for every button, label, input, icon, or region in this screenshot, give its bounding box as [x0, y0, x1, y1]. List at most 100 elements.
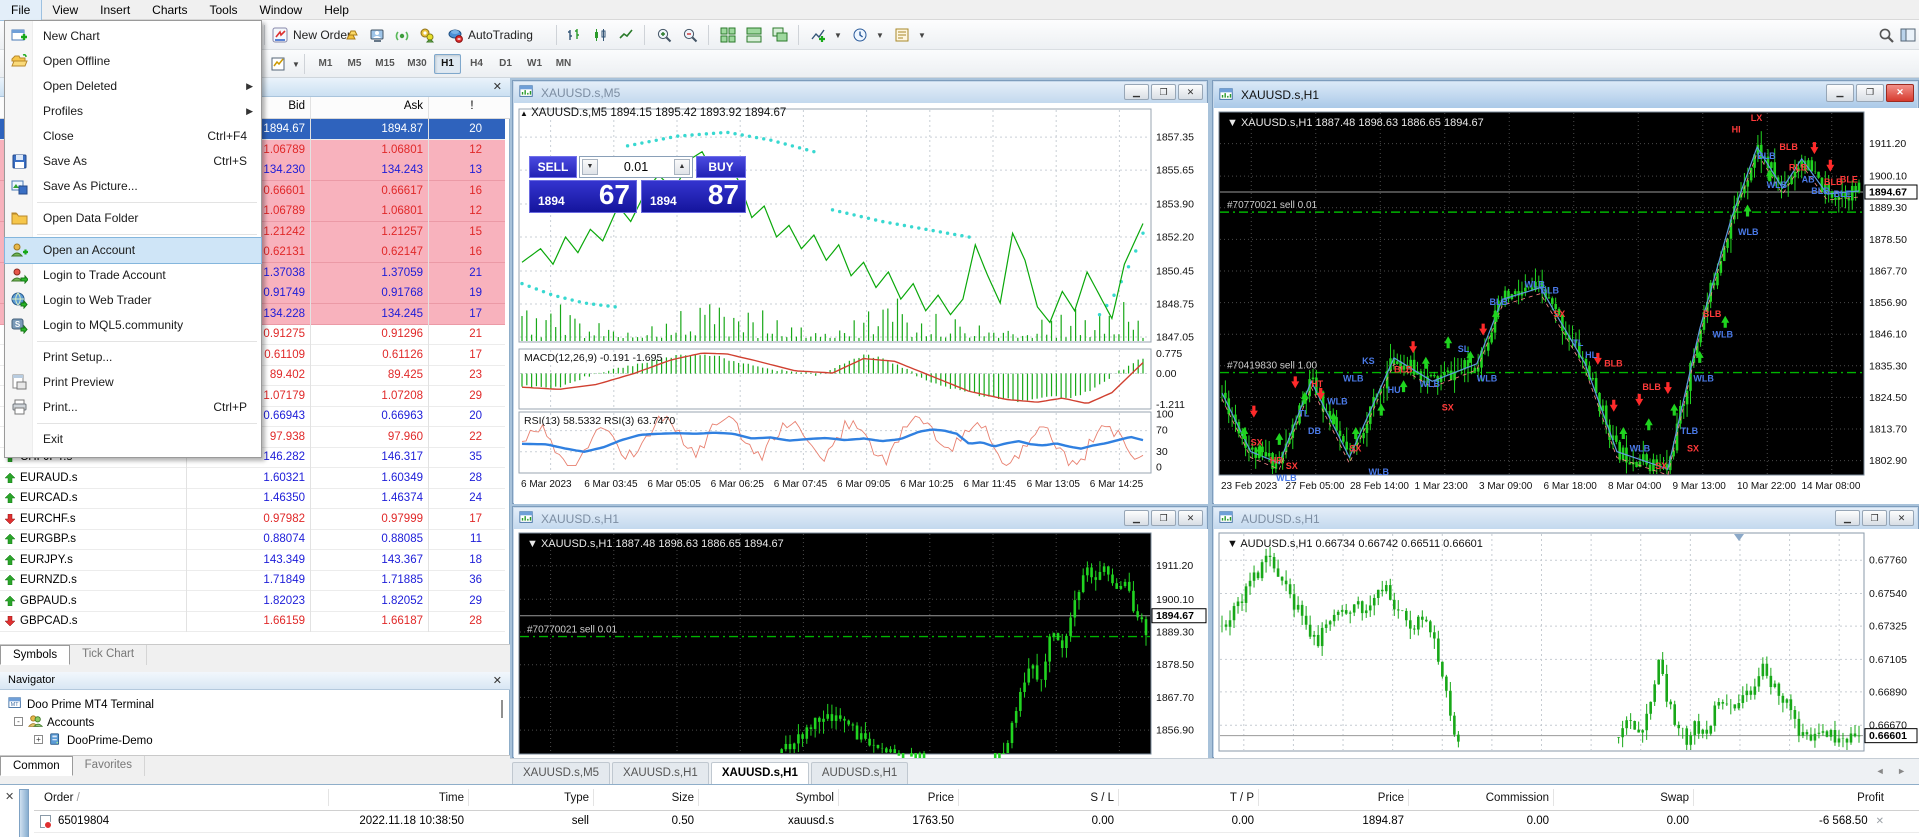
menu-window[interactable]: Window: [249, 0, 314, 20]
file-menu-item-exit[interactable]: Exit: [5, 427, 261, 452]
file-menu-item-profiles[interactable]: Profiles▶: [5, 99, 261, 124]
lot-size-value[interactable]: 0.01: [600, 157, 672, 177]
chart-tab-audusd-s-h1[interactable]: AUDUSD.s,H1: [811, 762, 908, 784]
terminal-order-row[interactable]: 650198052022.11.18 10:38:50sell1.00xauus…: [34, 833, 1919, 837]
chart-window-xauusd-h1-bottom[interactable]: XAUUSD.s,H1 ▁❐✕ 1911.201900.101889.30187…: [512, 506, 1208, 758]
terminal-column-price[interactable]: Price: [1264, 787, 1404, 811]
terminal-close-icon[interactable]: ✕: [5, 790, 14, 803]
buy-button[interactable]: BUY: [696, 156, 746, 178]
period-button-d1[interactable]: D1: [492, 54, 519, 74]
file-menu-item-print-preview[interactable]: Print Preview: [5, 370, 261, 395]
chart-h1a-body[interactable]: 1911.201900.101889.301878.501867.701856.…: [1214, 108, 1919, 504]
collapse-expander[interactable]: -: [14, 717, 23, 726]
expert-settings-button[interactable]: [415, 23, 440, 47]
add-indicator-button[interactable]: [806, 23, 831, 47]
close-button[interactable]: ✕: [1889, 510, 1914, 526]
chart-tab-xauusd-s-m5[interactable]: XAUUSD.s,M5: [512, 762, 610, 784]
metaeditor-button[interactable]: [365, 23, 390, 47]
file-menu-item-open-an-account[interactable]: Open an Account: [5, 238, 261, 263]
restore-button[interactable]: ❐: [1151, 84, 1176, 100]
tab-scroll-arrows[interactable]: ◄ ►: [1876, 766, 1911, 776]
terminal-column-swap[interactable]: Swap: [1559, 787, 1689, 811]
period-button-m5[interactable]: M5: [341, 54, 368, 74]
terminal-column-commission[interactable]: Commission: [1414, 787, 1549, 811]
chart-shift-dropdown[interactable]: ▼: [288, 52, 298, 76]
zoom-in-button[interactable]: [652, 23, 677, 47]
sell-button[interactable]: SELL: [529, 156, 577, 178]
file-menu-item-print[interactable]: Print...Ctrl+P: [5, 395, 261, 420]
file-menu-item-login-to-mql5-community[interactable]: SLogin to MQL5.community: [5, 313, 261, 338]
period-button-m30[interactable]: M30: [402, 54, 432, 74]
market-watch-row[interactable]: EURGBP.s0.880740.8808511: [0, 529, 505, 550]
periods-clock-button[interactable]: [848, 23, 873, 47]
file-menu-item-open-deleted[interactable]: Open Deleted▶: [5, 74, 261, 99]
tab-favorites[interactable]: Favorites: [73, 756, 145, 776]
restore-button[interactable]: ❐: [1856, 84, 1884, 102]
templates-dropdown[interactable]: ▼: [914, 23, 924, 47]
chart-window-aud-titlebar[interactable]: AUDUSD.s,H1 ▁❐✕: [1214, 508, 1917, 529]
zoom-out-button[interactable]: [678, 23, 703, 47]
navigator-item-accounts[interactable]: -Accounts: [28, 714, 94, 730]
sell-price-panel[interactable]: 1894 67: [529, 180, 637, 213]
chart-aud-canvas[interactable]: 0.677600.675400.673250.671050.668900.666…: [1214, 529, 1919, 758]
menu-help[interactable]: Help: [313, 0, 360, 20]
terminal-column-order[interactable]: Order /: [44, 787, 324, 811]
navigator-titlebar[interactable]: Navigator✕: [0, 672, 510, 690]
chart-window-xauusd-m5[interactable]: XAUUSD.s,M5 ▁❐✕ ▲ XAUUSD.s,M5 1894.15 18…: [512, 80, 1208, 504]
chart-window-audusd-h1[interactable]: AUDUSD.s,H1 ▁❐✕ 0.677600.675400.673250.6…: [1212, 506, 1919, 758]
restore-button[interactable]: ❐: [1862, 510, 1887, 526]
menu-file[interactable]: File: [0, 0, 41, 20]
file-menu-item-close[interactable]: CloseCtrl+F4: [5, 124, 261, 149]
period-button-h4[interactable]: H4: [463, 54, 490, 74]
navigator-item-dooprime-demo[interactable]: +DooPrime-Demo: [48, 732, 153, 748]
market-watch-row[interactable]: GBPAUD.s1.820231.8205229: [0, 591, 505, 612]
file-menu-item-save-as[interactable]: Save AsCtrl+S: [5, 149, 261, 174]
close-button[interactable]: ✕: [1178, 510, 1203, 526]
market-watch-row[interactable]: EURNZD.s1.718491.7188536: [0, 570, 505, 591]
file-menu-item-open-data-folder[interactable]: Open Data Folder: [5, 206, 261, 231]
file-menu-item-login-to-trade-account[interactable]: Login to Trade Account: [5, 263, 261, 288]
periods-dropdown[interactable]: ▼: [872, 23, 882, 47]
one-click-collapse-icon[interactable]: ▲: [520, 109, 528, 118]
navigator-scrollbar[interactable]: [501, 700, 503, 718]
restore-button[interactable]: ❐: [1151, 510, 1176, 526]
market-watch-row[interactable]: EURAUD.s1.603211.6034928: [0, 468, 505, 489]
market-watch-close-icon[interactable]: ✕: [493, 80, 502, 93]
terminal-column-symbol[interactable]: Symbol: [704, 787, 834, 811]
tab-tick-chart[interactable]: Tick Chart: [70, 645, 147, 665]
terminal-column-profit[interactable]: Profit: [1699, 787, 1884, 811]
chart-window-xauusd-h1-active[interactable]: XAUUSD.s,H1 ▁❐✕ 1911.201900.101889.30187…: [1212, 80, 1919, 504]
tab-common[interactable]: Common: [0, 756, 73, 776]
chart-h1b-body[interactable]: 1911.201900.101889.301878.501867.701856.…: [514, 529, 1208, 758]
period-button-m1[interactable]: M1: [312, 54, 339, 74]
lot-decrease-button[interactable]: ▼: [582, 159, 598, 175]
menu-view[interactable]: View: [41, 0, 89, 20]
chart-h1b-canvas[interactable]: 1911.201900.101889.301878.501867.701856.…: [514, 529, 1208, 758]
chart-h1a-canvas[interactable]: 1911.201900.101889.301878.501867.701856.…: [1214, 108, 1919, 504]
market-watch-row[interactable]: GBPCAD.s1.661591.6618728: [0, 611, 505, 632]
templates-button[interactable]: [890, 23, 915, 47]
file-menu-item-print-setup[interactable]: Print Setup...: [5, 345, 261, 370]
navigator-close-icon[interactable]: ✕: [493, 674, 502, 687]
period-button-m15[interactable]: M15: [370, 54, 400, 74]
terminal-column-size[interactable]: Size: [599, 787, 694, 811]
period-button-w1[interactable]: W1: [521, 54, 548, 74]
menu-tools[interactable]: Tools: [199, 0, 249, 20]
terminal-column-price[interactable]: Price: [844, 787, 954, 811]
terminal-order-row[interactable]: 650198042022.11.18 10:38:50sell0.50xauus…: [34, 811, 1919, 833]
market-watch-row[interactable]: EURCHF.s0.979820.9799917: [0, 509, 505, 530]
terminal-column-type[interactable]: Type: [474, 787, 589, 811]
minimize-button[interactable]: ▁: [1826, 84, 1854, 102]
line-chart-button[interactable]: [614, 23, 639, 47]
column-header-bid[interactable]: Bid: [281, 100, 305, 112]
candlestick-button[interactable]: [588, 23, 613, 47]
autotrading-button[interactable]: AutoTrading: [443, 23, 537, 47]
chart-aud-body[interactable]: 0.677600.675400.673250.671050.668900.666…: [1214, 529, 1919, 758]
terminal-column-s-l[interactable]: S / L: [964, 787, 1114, 811]
chart-tab-xauusd-s-h1[interactable]: XAUUSD.s,H1: [612, 762, 709, 784]
terminal-column-time[interactable]: Time: [334, 787, 464, 811]
market-watch-row[interactable]: EURJPY.s143.349143.36718: [0, 550, 505, 571]
tab-symbols[interactable]: Symbols: [0, 645, 70, 665]
menu-insert[interactable]: Insert: [89, 0, 141, 20]
indicator-dropdown[interactable]: ▼: [830, 23, 840, 47]
